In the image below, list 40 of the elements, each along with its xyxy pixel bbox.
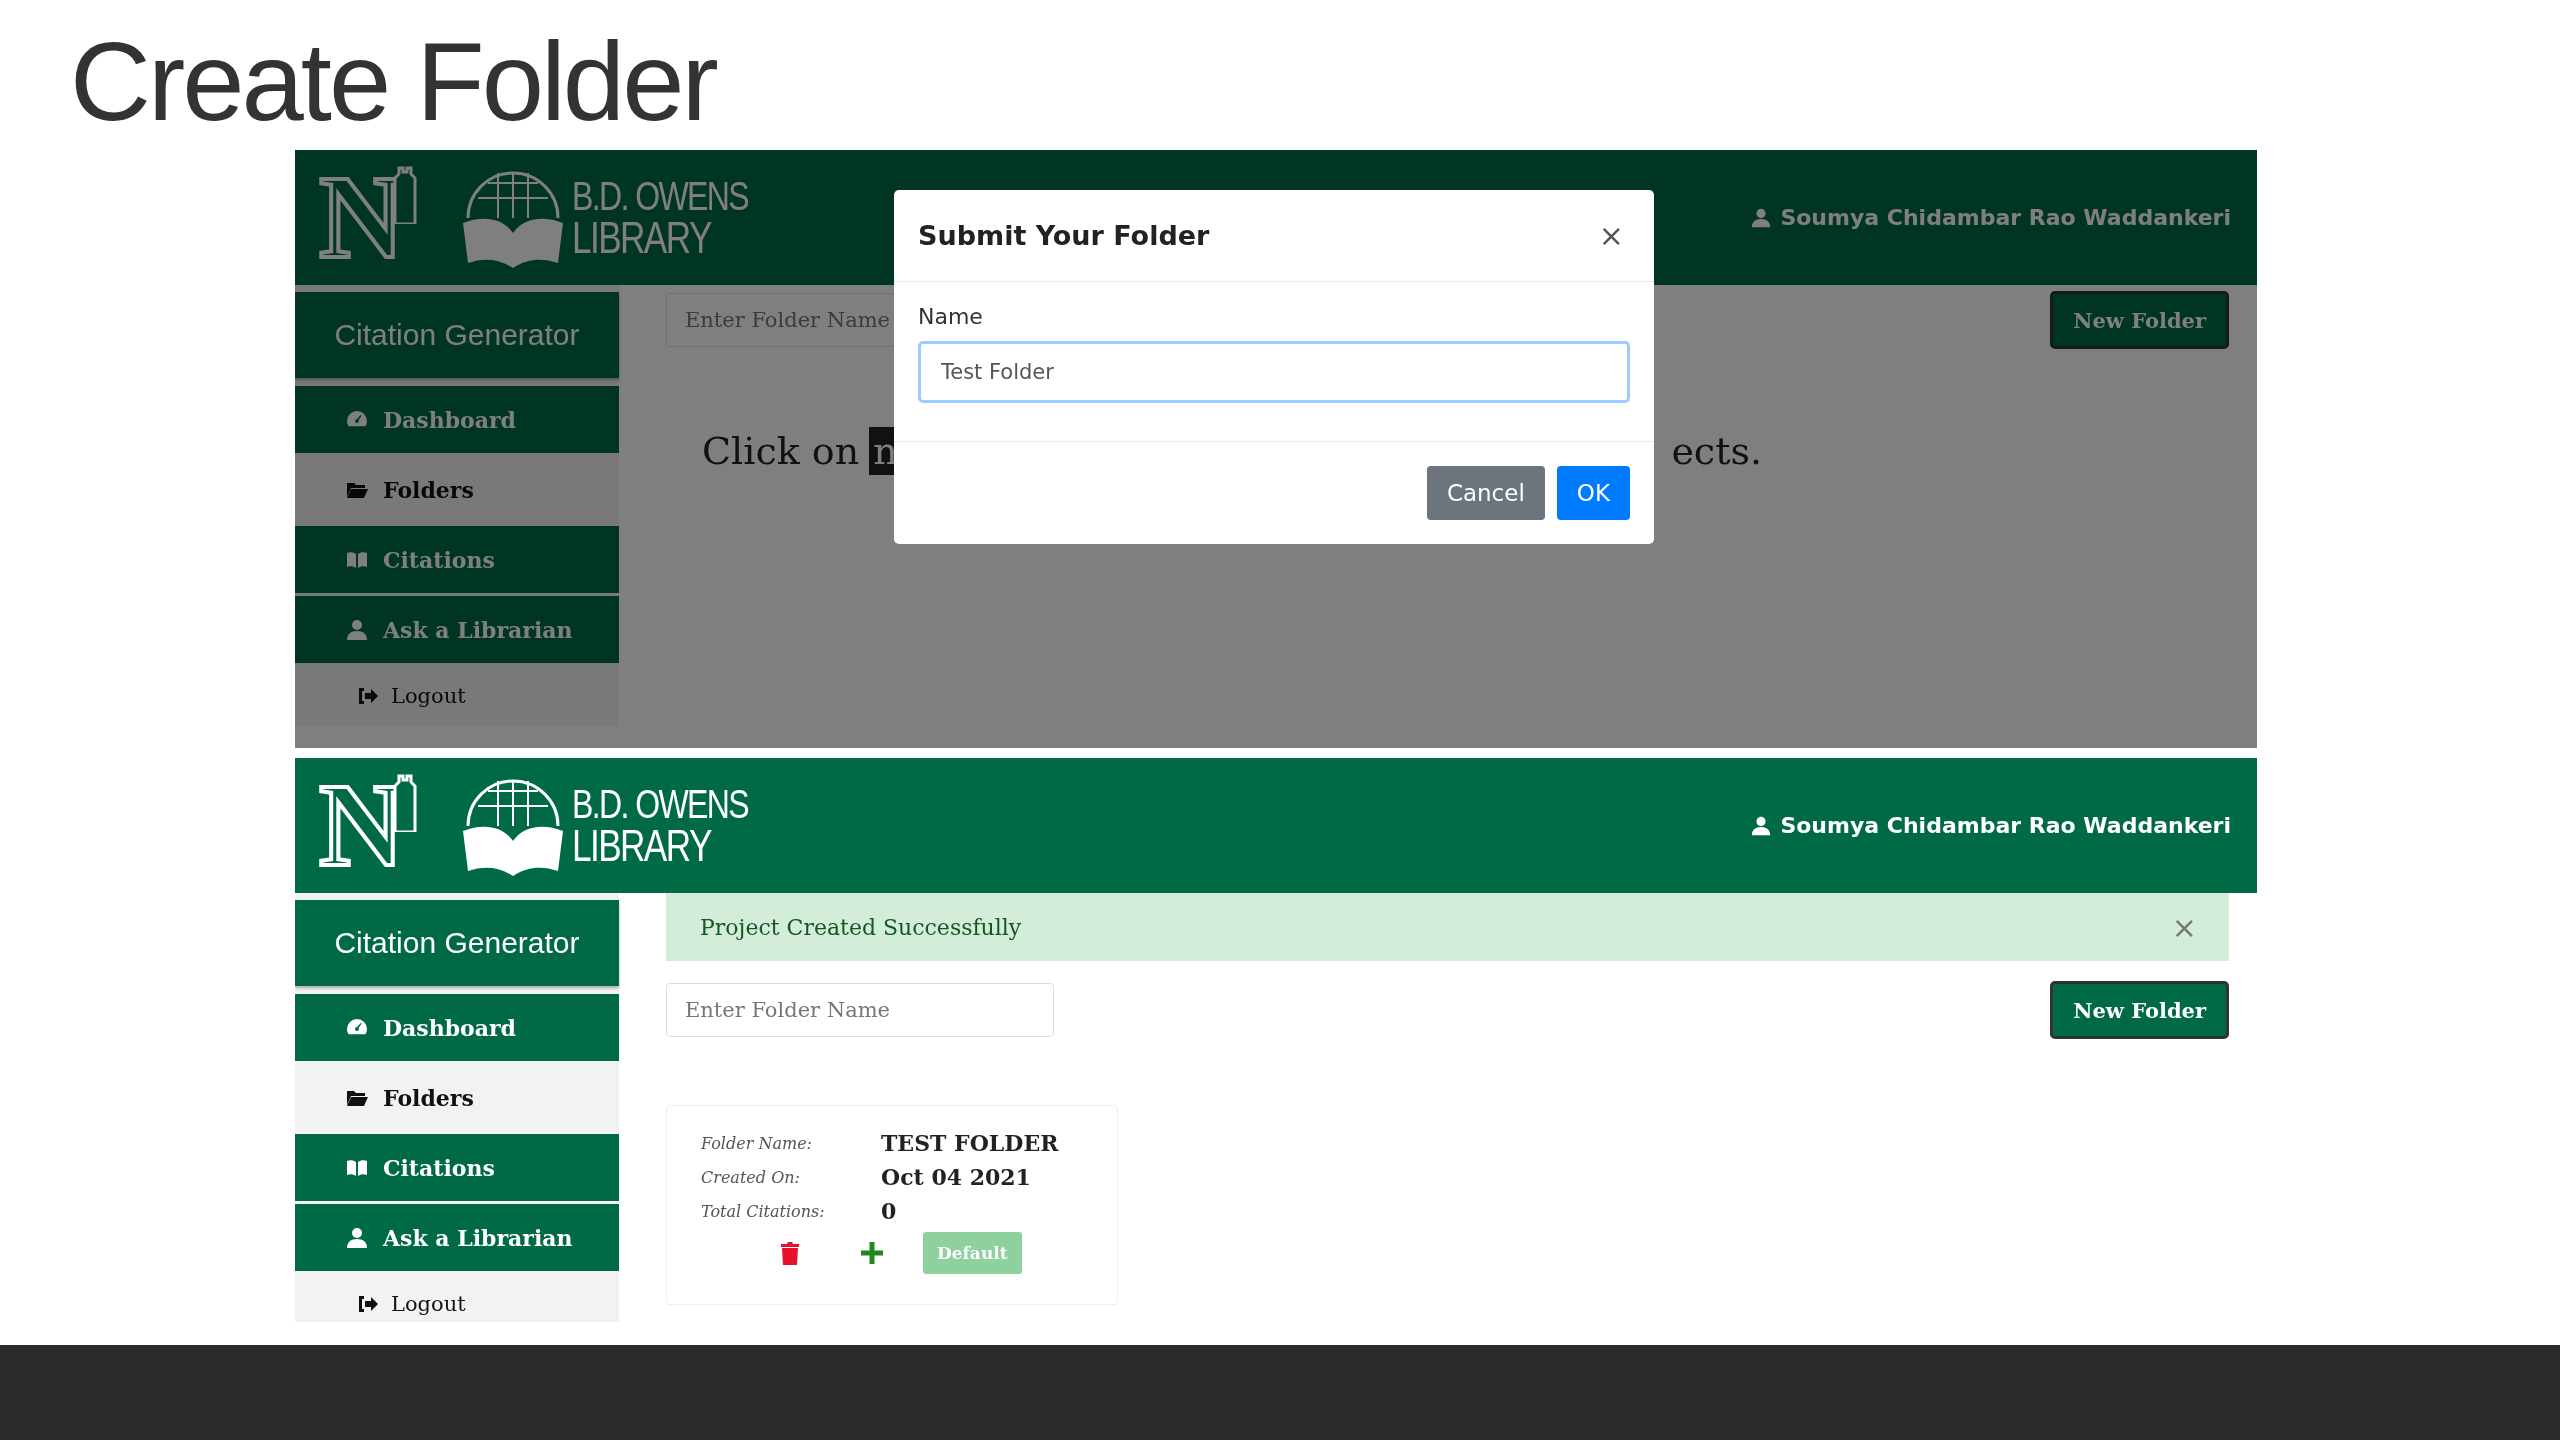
sidebar-item[interactable]: Ask a Librarian [295, 1204, 619, 1271]
logo-text: LIBRARY [572, 823, 713, 868]
alert-text: Project Created Successfully [700, 914, 1022, 940]
ok-button[interactable]: OK [1556, 466, 1630, 520]
user-name[interactable]: Soumya Chidambar Rao Waddankeri [1750, 813, 2231, 838]
modal-title: Submit Your Folder [918, 220, 1210, 251]
hint-text: Click on [702, 429, 860, 473]
plus-icon[interactable] [861, 1242, 883, 1264]
sidebar-item[interactable]: Citations [295, 1134, 619, 1201]
sidebar-item[interactable]: Dashboard [295, 386, 619, 453]
slide-title: Create Folder [70, 17, 716, 146]
person-icon [1750, 206, 1773, 229]
user-name[interactable]: Soumya Chidambar Rao Waddankeri [1750, 205, 2231, 230]
logo-text: LIBRARY [572, 215, 713, 260]
cancel-button[interactable]: Cancel [1426, 466, 1545, 520]
field-value: Oct 04 2021 [881, 1164, 1032, 1190]
sidebar-item[interactable]: Ask a Librarian [295, 596, 619, 663]
sidebar-item[interactable]: Citations [295, 526, 619, 593]
trash-icon[interactable] [779, 1241, 801, 1265]
sidebar-title: Citation Generator [295, 292, 619, 378]
hint-text: ects. [1671, 429, 1762, 473]
person-icon [345, 617, 369, 642]
person-icon [345, 1225, 369, 1250]
new-folder-button[interactable]: New Folder [2050, 291, 2229, 349]
field-value: 0 [881, 1198, 898, 1224]
close-button[interactable]: × [2165, 908, 2203, 946]
field-value: TEST FOLDER [881, 1130, 1060, 1156]
logo-text: B.D. OWENS [572, 783, 749, 824]
name-field[interactable]: Test Folder [918, 341, 1630, 403]
close-button[interactable]: × [1592, 217, 1630, 254]
sidebar-item[interactable]: Dashboard [295, 994, 619, 1061]
logo-text: B.D. OWENS [572, 175, 749, 216]
field-label: Created On: [701, 1167, 801, 1187]
sidebar-title: Citation Generator [295, 900, 619, 986]
field-label: Name [918, 304, 984, 329]
new-folder-button[interactable]: New Folder [2050, 981, 2229, 1039]
field-label: Total Citations: [701, 1201, 826, 1221]
field-label: Folder Name: [701, 1133, 813, 1153]
folder-name-field[interactable]: Enter Folder Name [666, 983, 1054, 1037]
person-icon [1750, 814, 1773, 837]
